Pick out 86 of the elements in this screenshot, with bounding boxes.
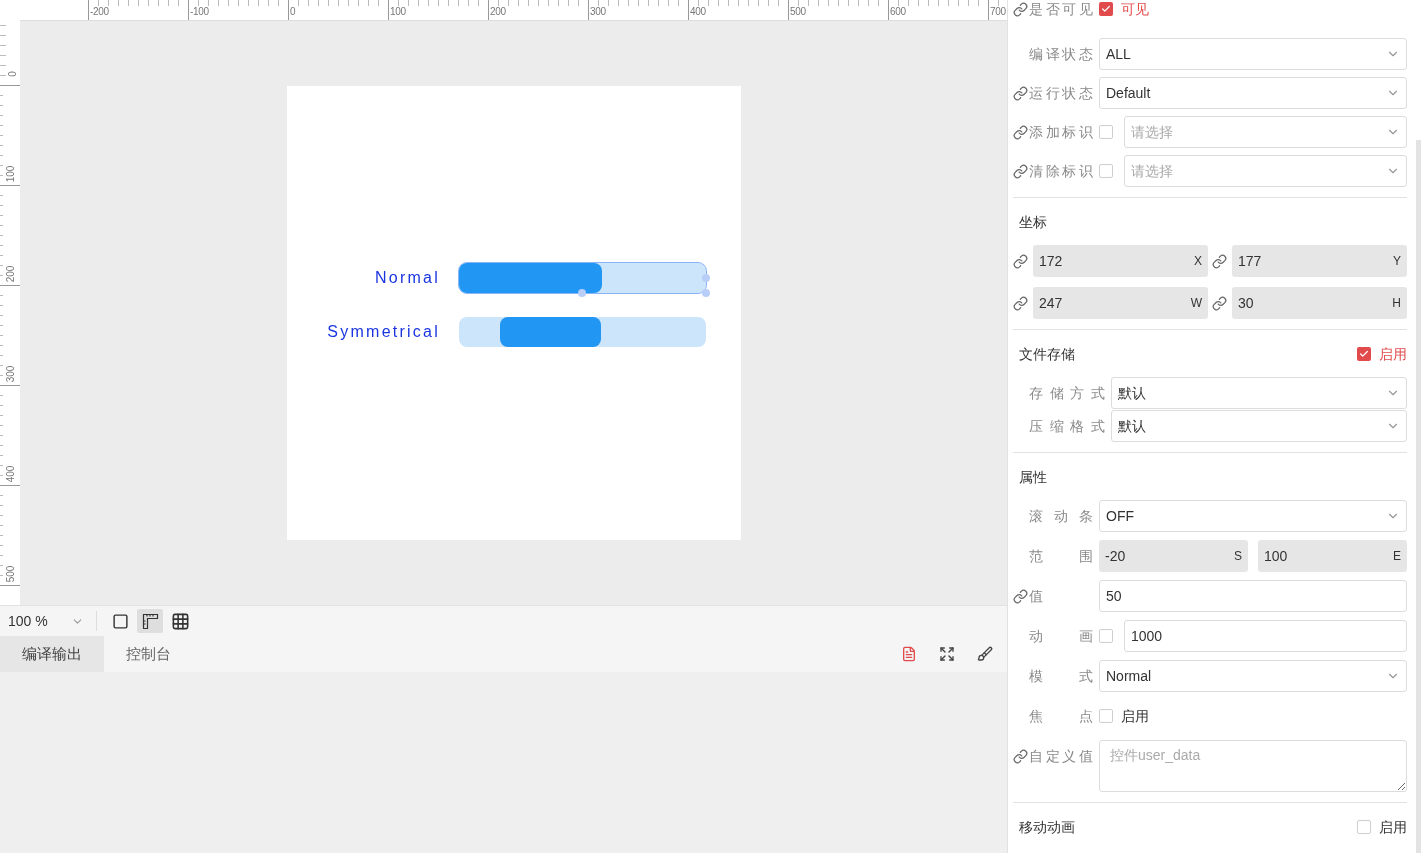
text-area[interactable]: 控件user_data [1099,740,1407,792]
link-icon[interactable] [1013,588,1028,604]
slider-label: Normal [374,268,440,288]
select-field[interactable]: ALL [1099,38,1407,70]
number-field[interactable]: 30 H [1232,287,1407,319]
slider[interactable] [459,317,706,347]
select-field[interactable]: Normal [1099,660,1407,692]
frame-icon [111,612,129,630]
checkbox-label: 启用 [1379,817,1407,837]
ruler-label: 100 [390,6,407,18]
ruler-label: 600 [890,6,907,18]
link-icon[interactable] [1013,85,1028,101]
checkbox[interactable] [1357,347,1371,361]
ruler-label: 500 [6,565,17,583]
checkmark-icon [1101,4,1111,14]
scrollbar-thumb[interactable] [1416,140,1421,853]
checkbox-label: 可见 [1121,0,1149,19]
section-title: 属性 [1019,467,1047,487]
section-title: 坐标 [1019,212,1047,232]
field-label: 焦点 [1029,706,1093,726]
link-icon[interactable] [1013,124,1028,140]
link-icon[interactable] [1013,748,1028,764]
resize-handle[interactable] [578,289,586,297]
field-label: 值 [1029,586,1044,606]
checkbox[interactable] [1099,709,1113,723]
link-icon[interactable] [1013,295,1028,311]
ruler-label: -200 [90,6,110,18]
field-label: 是否可见 [1029,0,1093,19]
zoom-select[interactable]: 100 % [0,610,96,632]
panel-tab[interactable]: 编译输出 [0,636,104,672]
checkmark-icon [1359,349,1369,359]
field-label: 模式 [1029,666,1093,686]
field-label: 清除标识 [1029,161,1093,181]
number-field[interactable]: 100 E [1258,540,1407,572]
field-label: 编译状态 [1029,44,1093,64]
ruler-tool-button[interactable] [137,609,163,633]
field-label: 运行状态 [1029,83,1093,103]
field-label: 范围 [1029,546,1093,566]
field-label: 动画 [1029,626,1093,646]
checkbox[interactable] [1099,164,1113,178]
link-icon[interactable] [1013,1,1028,17]
field-label: 滚动条 [1029,506,1093,526]
ruler-icon [141,612,159,630]
ruler-label: 100 [6,165,17,183]
number-field[interactable]: 247 W [1033,287,1208,319]
field-label: 压缩格式 [1029,416,1105,436]
expand-icon[interactable] [939,646,955,662]
checkbox[interactable] [1099,2,1113,16]
grid-icon [170,611,190,631]
ruler-label: 300 [6,365,17,383]
ruler-label: 0 [8,71,18,77]
link-icon[interactable] [1013,253,1028,269]
brush-icon[interactable] [977,646,993,662]
select-field[interactable]: 默认 [1111,410,1407,442]
ruler-label: 400 [690,6,707,18]
field-label: 自定义值 [1029,746,1093,766]
field-label: 存储方式 [1029,383,1105,403]
ruler-label: 500 [790,6,807,18]
ruler-label: 300 [590,6,607,18]
checkbox[interactable] [1099,629,1113,643]
checkbox-label: 启用 [1121,706,1149,726]
checkbox[interactable] [1357,820,1371,834]
select-field[interactable]: OFF [1099,500,1407,532]
section-title: 文件存储 [1019,344,1075,364]
section-title: 移动动画 [1019,817,1075,837]
field-label: 添加标识 [1029,122,1093,142]
ruler-label: 700 [990,6,1007,18]
number-field[interactable]: 177 Y [1232,245,1407,277]
select-field[interactable]: 默认 [1111,377,1407,409]
select-field[interactable]: Default [1099,77,1407,109]
number-field[interactable]: 172 X [1033,245,1208,277]
number-field[interactable]: -20 S [1099,540,1248,572]
checkbox[interactable] [1099,125,1113,139]
input-field[interactable]: 1000 [1124,620,1407,652]
link-icon[interactable] [1013,163,1028,179]
log-icon[interactable] [901,646,917,662]
link-icon[interactable] [1212,295,1227,311]
ruler-label: 400 [6,465,17,483]
ruler-label: 0 [290,6,297,18]
link-icon[interactable] [1212,253,1227,269]
input-field[interactable]: 50 [1099,580,1407,612]
checkbox-label: 启用 [1379,344,1407,364]
ruler-label: 200 [6,265,17,283]
ruler-label: -100 [190,6,210,18]
slider-label: Symmetrical [326,322,440,342]
ruler-label: 200 [490,6,507,18]
